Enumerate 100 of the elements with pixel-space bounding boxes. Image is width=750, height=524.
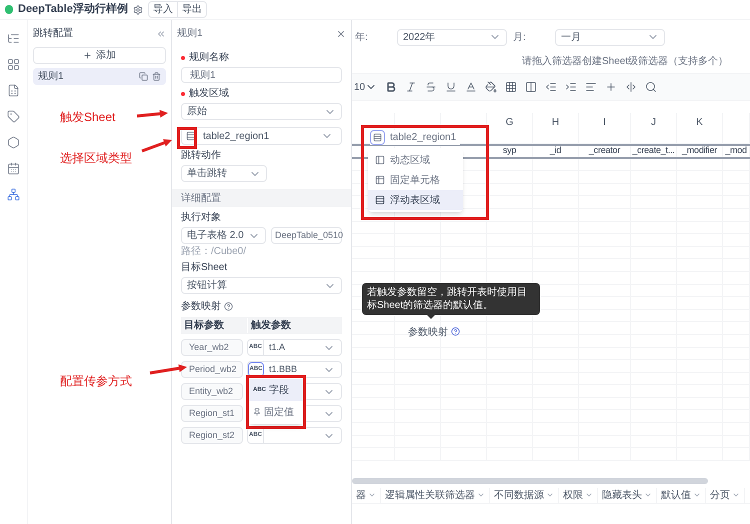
toolbar-icon[interactable] <box>625 81 638 93</box>
column-letter: I <box>603 116 606 130</box>
region-select[interactable]: table2_region1 <box>181 127 342 145</box>
toolbar-button[interactable]: 导出 <box>176 2 206 17</box>
field-label: 执行对象 <box>181 213 221 223</box>
menu-item[interactable]: 浮动表区域 <box>368 190 463 210</box>
plus-icon <box>83 51 92 60</box>
rule-name: 规则1 <box>38 70 64 84</box>
annotation-arrow <box>136 110 168 118</box>
toolbar-icon[interactable] <box>465 81 478 93</box>
field-label: 规则名称 <box>189 53 229 63</box>
tooltip-arrow-icon <box>426 314 436 319</box>
copy-icon[interactable] <box>139 72 148 81</box>
sheet-tab[interactable]: 默认值 <box>657 488 706 502</box>
table-cell-text: _creator <box>588 144 620 158</box>
toolbar-icon[interactable] <box>605 81 618 93</box>
sheet-tab[interactable]: 逻辑属性关联筛选器 <box>381 488 490 502</box>
toolbar-icon[interactable] <box>505 81 518 93</box>
region-type-icon <box>375 195 385 205</box>
file-field[interactable]: DeepTable_0510 <box>271 227 342 244</box>
nav-rail-icon[interactable] <box>7 188 20 201</box>
toolbar-icon[interactable] <box>445 81 458 93</box>
toolbar-icon[interactable] <box>585 81 598 93</box>
font-size-select[interactable]: 10 <box>354 80 378 94</box>
region-name: table2_region1 <box>390 131 456 145</box>
column-letter: H <box>552 116 560 130</box>
highlight-frame <box>177 127 197 149</box>
action-select[interactable]: 单击跳转 <box>181 165 267 182</box>
column-letter: K <box>696 116 703 130</box>
sheet-tab[interactable]: 隐藏表头 <box>598 488 657 502</box>
menu-item[interactable]: 动态区域 <box>368 150 463 170</box>
type-select[interactable]: 电子表格 2.0 <box>181 227 266 244</box>
filter-hint: 请拖入筛选器创建Sheet级筛选器（支持多个） <box>521 54 730 68</box>
filter-label: 月: <box>513 30 527 44</box>
nav-rail-icon[interactable] <box>7 162 20 175</box>
sheet-tab[interactable]: 权限 <box>559 488 598 502</box>
panel-title: 跳转配置 <box>33 26 73 41</box>
path-text: 路径：/Cube0/ <box>181 247 248 257</box>
field-label: 目标Sheet <box>181 263 228 273</box>
nav-rail-icon[interactable] <box>7 136 20 149</box>
app-logo-icon <box>5 5 13 14</box>
caret-icon <box>644 491 652 499</box>
table-cell-text: syp <box>502 144 516 158</box>
annotation-arrow <box>150 364 187 374</box>
rule-name-input[interactable]: 规则1 <box>181 67 342 83</box>
panel-title: 规则1 <box>177 27 203 41</box>
toolbar-icon[interactable] <box>565 81 578 93</box>
toolbar-icon[interactable] <box>525 81 538 93</box>
sheet-tab[interactable]: 不同数据源 <box>490 488 559 502</box>
drag-ghost-label: 参数映射 <box>408 326 448 340</box>
annotation-label: 触发Sheet <box>60 109 116 126</box>
nav-rail-icon[interactable] <box>7 84 20 97</box>
caret-icon <box>585 491 593 499</box>
delete-icon[interactable] <box>152 72 161 81</box>
annotation-label: 选择区域类型 <box>60 150 132 167</box>
column-letter: J <box>651 116 656 130</box>
annotation-arrow <box>141 139 172 152</box>
help-icon[interactable] <box>224 302 233 311</box>
field-label: 触发区域 <box>189 89 229 99</box>
annotation-label: 配置传参方式 <box>60 373 132 390</box>
nav-rail-icon[interactable] <box>7 32 20 45</box>
collapse-icon[interactable] <box>156 28 166 38</box>
region-type-icon <box>375 155 385 165</box>
source-value: t1.BBB <box>268 362 298 376</box>
column-header: 触发参数 <box>247 318 291 333</box>
menu-item[interactable]: 固定单元格 <box>368 170 463 190</box>
toolbar-icon[interactable] <box>425 81 438 93</box>
toolbar-icon[interactable] <box>485 81 498 93</box>
caret-icon <box>732 491 740 499</box>
target-sheet-select[interactable]: 按钮计算 <box>181 277 342 294</box>
scrollbar[interactable] <box>352 478 708 484</box>
sheet-tab[interactable]: 器 <box>352 488 381 502</box>
close-icon[interactable] <box>336 28 346 38</box>
toolbar-icon[interactable] <box>385 81 398 93</box>
rule-list-item[interactable]: 规则1 <box>33 68 166 85</box>
section-title: 详细配置 <box>181 192 221 206</box>
table-cell-text: _create_t... <box>632 144 675 158</box>
filter-select[interactable]: 一月 <box>555 28 665 46</box>
region-select[interactable]: table2_region1 <box>370 130 460 145</box>
field-label: 跳转动作 <box>181 151 221 161</box>
source-value: t1.A <box>268 340 286 354</box>
nav-rail-icon[interactable] <box>7 58 20 71</box>
toolbar-icon[interactable] <box>405 81 418 93</box>
region-type-icon[interactable] <box>370 130 385 145</box>
nav-rail-icon[interactable] <box>7 110 20 123</box>
filter-select[interactable]: 2022年 <box>397 28 507 46</box>
tooltip: 若触发参数留空，跳转开表时使用目标Sheet的筛选器的默认值。 <box>362 283 540 315</box>
sheet-select[interactable]: 原始 <box>181 103 342 120</box>
column-header: 目标参数 <box>183 318 225 333</box>
caret-icon <box>546 491 554 499</box>
menu-item[interactable]: 固定值 <box>249 401 303 423</box>
sheet-tab[interactable]: 分页 <box>706 488 745 502</box>
toolbar-icon[interactable] <box>545 81 558 93</box>
help-icon <box>451 327 460 336</box>
toolbar-icon[interactable] <box>645 81 658 93</box>
filter-label: 年: <box>355 30 369 44</box>
pin-icon <box>253 408 261 416</box>
settings-icon[interactable] <box>132 4 143 14</box>
toolbar-button[interactable]: 导入 <box>148 2 177 17</box>
add-button[interactable]: 添加 <box>33 47 166 64</box>
